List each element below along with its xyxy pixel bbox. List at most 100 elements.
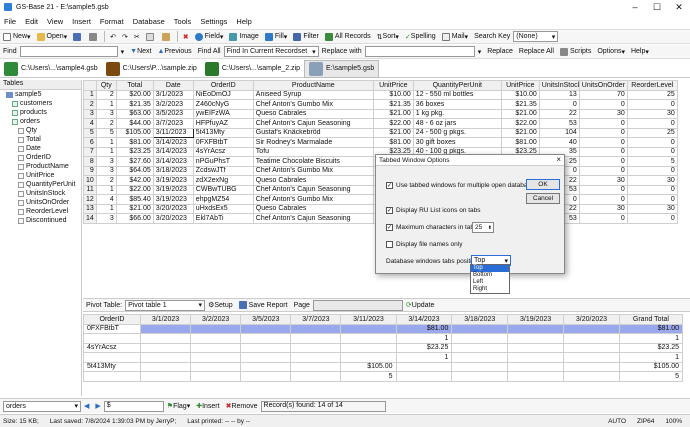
grid-cell[interactable]: $21.00 <box>372 108 414 119</box>
grid-cell[interactable]: Z460cNyG <box>192 99 254 110</box>
grid-cell[interactable]: 3/14/2023 <box>152 137 194 148</box>
grid-cell[interactable]: $23.25 <box>115 146 154 157</box>
dialog-close-button[interactable]: × <box>556 155 561 164</box>
column-header[interactable]: Date <box>152 80 194 91</box>
pivot-column-header[interactable]: 3/2/2023 <box>190 314 242 325</box>
pivot-cell[interactable] <box>139 361 192 372</box>
tree-item[interactable]: ReorderLevel <box>0 207 81 216</box>
column-header[interactable] <box>83 80 97 91</box>
grid-cell[interactable]: 0 <box>578 213 628 224</box>
menu-format[interactable]: Format <box>100 17 124 26</box>
print-button[interactable] <box>86 30 102 43</box>
grid-cell[interactable]: 0 <box>578 165 628 176</box>
page-select[interactable] <box>312 299 403 311</box>
pivot-column-header[interactable]: 3/11/2023 <box>340 314 397 325</box>
menu-insert[interactable]: Insert <box>72 17 91 26</box>
pivot-cell[interactable]: $23.25 <box>618 342 684 353</box>
pivot-cell[interactable] <box>190 342 242 353</box>
grid-cell[interactable]: 70 <box>578 89 628 100</box>
grid-cell[interactable]: 3 <box>95 156 117 167</box>
pivot-cell[interactable] <box>507 352 565 363</box>
update-button[interactable]: ⟳ Update <box>403 299 437 312</box>
find-all-button[interactable]: Find All <box>195 45 224 58</box>
find-scope-select[interactable]: Find In Current Recordset ▾ <box>223 46 319 57</box>
grid-cell[interactable]: Ekl7AbTi <box>192 213 254 224</box>
grid-cell[interactable]: Chef Anton's Cajun Seasoning <box>252 184 374 195</box>
pivot-cell[interactable] <box>190 352 242 363</box>
ok-button[interactable]: OK <box>526 179 560 190</box>
grid-cell[interactable]: 1 kg pkg. <box>412 108 502 119</box>
grid-cell[interactable]: 13 <box>83 203 97 214</box>
use-tabbed-checkbox[interactable]: ✓ Use tabbed windows for multiple open da… <box>386 182 538 189</box>
pivot-cell[interactable] <box>507 371 565 382</box>
close-window-button[interactable]: ✕ <box>668 2 690 13</box>
pivot-cell[interactable] <box>340 323 397 334</box>
pivot-cell[interactable] <box>240 352 292 363</box>
grid-cell[interactable]: 25 <box>626 89 678 100</box>
file-tab[interactable]: C:\Users\...\sample_2.zip <box>201 60 304 78</box>
grid-cell[interactable]: 2 <box>83 99 97 110</box>
column-header[interactable]: ProductName <box>252 80 374 91</box>
grid-cell[interactable]: $21.00 <box>500 127 540 138</box>
pivot-column-header[interactable]: 3/1/2023 <box>139 314 192 325</box>
pivot-cell[interactable] <box>340 342 397 353</box>
grid-cell[interactable]: $81.00 <box>372 137 414 148</box>
file-tab[interactable]: C:\Users\P...\sample.zip <box>102 60 201 78</box>
pivot-cell[interactable]: 5 <box>618 371 684 382</box>
max-chars-checkbox[interactable]: ✓ Maximum characters in tab: <box>386 224 476 231</box>
grid-cell[interactable]: 1 <box>95 184 117 195</box>
pivot-cell[interactable] <box>395 371 453 382</box>
find-dropdown[interactable]: ▾ <box>118 45 128 58</box>
grid-cell[interactable]: 2 <box>95 118 117 129</box>
pivot-column-header[interactable]: OrderID <box>83 314 141 325</box>
options-button[interactable]: Options ▾ <box>594 45 628 58</box>
grid-cell[interactable]: 3/1/2023 <box>152 89 194 100</box>
grid-cell[interactable]: Chef Anton's Cajun Seasoning <box>252 118 374 129</box>
file-names-only-checkbox[interactable]: Display file names only <box>386 241 462 248</box>
grid-cell[interactable]: ZcdswJTf <box>192 165 254 176</box>
grid-cell[interactable]: 30 gift boxes <box>412 137 502 148</box>
grid-cell[interactable]: $81.00 <box>115 137 154 148</box>
pivot-cell[interactable]: $105.00 <box>618 361 684 372</box>
column-header[interactable]: QuantityPerUnit <box>412 80 502 91</box>
grid-cell[interactable]: 5 <box>626 156 678 167</box>
grid-cell[interactable]: 0 <box>578 137 628 148</box>
grid-cell[interactable]: zdX2exNg <box>192 175 254 186</box>
grid-cell[interactable]: 0 <box>626 165 678 176</box>
grid-cell[interactable]: $21.35 <box>372 99 414 110</box>
column-header[interactable]: ReorderLevel <box>626 80 678 91</box>
grid-cell[interactable]: 0 <box>626 137 678 148</box>
grid-cell[interactable]: 1 <box>95 99 117 110</box>
new-button[interactable]: New ▾ <box>0 30 34 43</box>
all-records-button[interactable]: All Records <box>322 30 374 43</box>
grid-cell[interactable]: 8 <box>83 156 97 167</box>
grid-cell[interactable]: 0 <box>578 194 628 205</box>
replace-dropdown[interactable]: ▾ <box>475 45 485 58</box>
column-header[interactable]: Qty <box>95 80 117 91</box>
grid-cell[interactable]: 0 <box>626 118 678 129</box>
grid-cell[interactable]: Tofu <box>252 146 374 157</box>
grid-cell[interactable]: 0FXFBtbT <box>192 137 254 148</box>
grid-cell[interactable]: 48 - 6 oz jars <box>412 118 502 129</box>
grid-cell[interactable]: 30 <box>578 108 628 119</box>
cut-button[interactable]: ✂ <box>131 30 143 43</box>
grid-cell[interactable]: Gustaf's Knäckebröd <box>252 127 374 138</box>
grid-cell[interactable]: 3/5/2023 <box>152 108 194 119</box>
grid-cell[interactable]: 3/7/2023 <box>152 118 194 129</box>
tree-item[interactable]: OrderID <box>0 153 81 162</box>
nav-forward-button[interactable]: ▶ <box>92 400 103 413</box>
grid-cell[interactable]: 0 <box>538 99 580 110</box>
grid-cell[interactable]: $105.00 <box>115 127 154 138</box>
grid-cell[interactable]: $42.00 <box>115 175 154 186</box>
image-button[interactable]: Image <box>226 30 261 43</box>
grid-cell[interactable]: ehpgMZ54 <box>192 194 254 205</box>
grid-cell[interactable]: 40 <box>538 137 580 148</box>
column-header[interactable]: OrderID <box>192 80 254 91</box>
grid-cell[interactable]: 12 <box>83 194 97 205</box>
grid-cell[interactable]: 0 <box>578 156 628 167</box>
grid-cell[interactable]: 0 <box>626 184 678 195</box>
grid-cell[interactable]: 53 <box>538 118 580 129</box>
grid-cell[interactable]: HFPfuyAZ <box>192 118 254 129</box>
save-report-button[interactable]: Save Report <box>236 299 291 312</box>
grid-cell[interactable]: 4sYrAcsz <box>192 146 254 157</box>
